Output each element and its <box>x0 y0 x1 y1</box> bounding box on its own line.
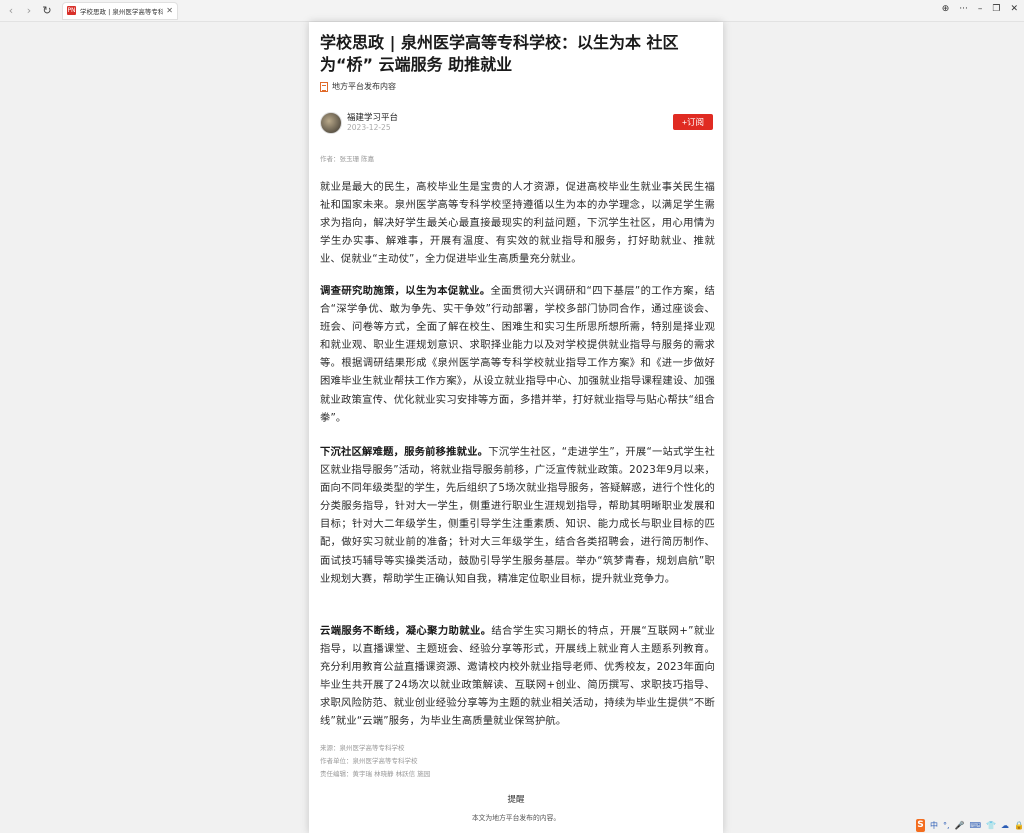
keyboard-icon[interactable]: ⌨ <box>970 821 982 830</box>
cloud-icon[interactable]: ☁ <box>1001 821 1009 830</box>
browser-toolbar: ‹ › ↻ PN 学校思政 | 泉州医学高等专科学校 ✕ ⊕ ··· – ❐ ✕ <box>0 0 1024 22</box>
globe-icon[interactable]: ⊕ <box>942 4 950 14</box>
close-window-button[interactable]: ✕ <box>1010 4 1018 14</box>
paragraph-3: 下沉社区解难题，服务前移推就业。下沉学生社区，“走进学生”，开展“一站式学生社区… <box>320 443 715 588</box>
tab-title: 学校思政 | 泉州医学高等专科学校 <box>80 7 164 16</box>
browser-tab[interactable]: PN 学校思政 | 泉州医学高等专科学校 ✕ <box>62 1 178 20</box>
paragraph-lead: 下沉社区解难题，服务前移推就业。 <box>320 446 489 458</box>
document-icon <box>320 81 328 92</box>
microphone-icon[interactable]: 🎤 <box>955 821 965 830</box>
minimize-button[interactable]: – <box>978 4 983 14</box>
punctuation-icon[interactable]: °, <box>943 821 950 830</box>
back-icon[interactable]: ‹ <box>4 4 18 18</box>
close-icon[interactable]: ✕ <box>166 6 173 15</box>
article-title: 学校思政 | 泉州医学高等专科学校：以生为本 社区为“桥” 云端服务 助推就业 <box>320 33 679 74</box>
avatar[interactable] <box>320 112 342 134</box>
paragraph-text: 下沉学生社区，“走进学生”，开展“一站式学生社区就业指导服务”活动，将就业指导服… <box>320 446 715 585</box>
restore-button[interactable]: ❐ <box>992 4 1000 14</box>
source-tag-label: 地方平台发布内容 <box>332 82 396 91</box>
publisher-name[interactable]: 福建学习平台 <box>347 113 398 123</box>
refresh-icon[interactable]: ↻ <box>40 4 54 18</box>
paragraph-text: 全面贯彻大兴调研和“四下基层”的工作方案，结合“深学争优、敢为争先、实干争效”行… <box>320 285 716 424</box>
source-tag: 地方平台发布内容 <box>320 81 396 92</box>
subscribe-button[interactable]: +订阅 <box>673 114 713 130</box>
paragraph-4: 云端服务不断线，凝心聚力助就业。结合学生实习期长的特点，开展“互联网+”就业指导… <box>320 622 715 731</box>
more-icon[interactable]: ··· <box>959 4 968 14</box>
author-line: 作者：张玉珊 陈嘉 <box>320 155 375 163</box>
publisher-info[interactable]: 福建学习平台 2023-12-25 <box>320 112 398 134</box>
meta-source: 来源：泉州医学高等专科学校 <box>320 744 405 752</box>
article-card: 学校思政 | 泉州医学高等专科学校：以生为本 社区为“桥” 云端服务 助推就业 … <box>309 22 723 833</box>
paragraph-2: 调查研究助施策，以生为本促就业。全面贯彻大兴调研和“四下基层”的工作方案，结合“… <box>320 282 715 427</box>
ime-language-icon[interactable]: 中 <box>930 820 938 831</box>
paragraph-text: 就业是最大的民生，高校毕业生是宝贵的人才资源，促进高校毕业生就业事关民生福祉和国… <box>320 181 715 266</box>
system-tray: S 中 °, 🎤 ⌨ 👕 ☁ 🔒 <box>912 818 1024 833</box>
notice-title: 提醒 <box>507 795 525 805</box>
skin-icon[interactable]: 👕 <box>986 821 996 830</box>
forward-icon[interactable]: › <box>22 4 36 18</box>
paragraph-lead: 调查研究助施策，以生为本促就业。 <box>320 285 491 297</box>
paragraph-1: 就业是最大的民生，高校毕业生是宝贵的人才资源，促进高校毕业生就业事关民生福祉和国… <box>320 178 715 268</box>
notice-text: 本文为地方平台发布的内容。 <box>471 814 561 822</box>
publish-date: 2023-12-25 <box>347 123 391 132</box>
meta-unit: 作者单位：泉州医学高等专科学校 <box>320 757 418 765</box>
window-controls: ⊕ ··· – ❐ ✕ <box>942 4 1018 14</box>
paragraph-text: 结合学生实习期长的特点，开展“互联网+”就业指导，以直播课堂、主题班会、经验分享… <box>320 625 715 728</box>
lock-icon[interactable]: 🔒 <box>1014 821 1024 830</box>
paragraph-lead: 云端服务不断线，凝心聚力助就业。 <box>320 625 492 637</box>
ime-logo-icon[interactable]: S <box>916 819 925 832</box>
favicon-icon: PN <box>67 6 76 15</box>
meta-editor: 责任编辑：黄宇瑞 林晓静 林跃信 施园 <box>320 770 431 778</box>
